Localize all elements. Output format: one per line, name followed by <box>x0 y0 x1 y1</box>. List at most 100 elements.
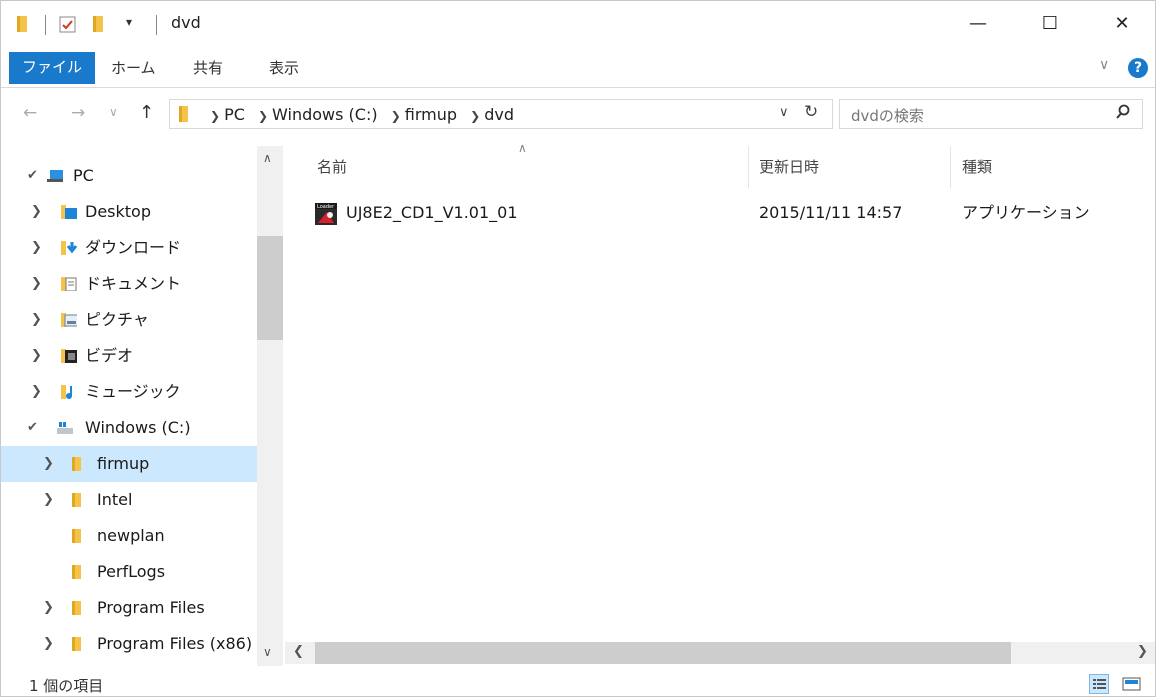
breadcrumb: ❯ PC ❯ Windows (C:) ❯ firmup ❯ dvd <box>206 104 518 126</box>
scroll-left-icon[interactable]: ❮ <box>293 644 304 659</box>
scroll-down-icon[interactable]: ∨ <box>263 645 272 659</box>
nav-label: Intel <box>97 490 133 509</box>
nav-item-program-files[interactable]: ❯ Program Files <box>1 590 257 626</box>
up-icon[interactable]: ↑ <box>139 102 154 123</box>
chevron-right-icon[interactable]: ❯ <box>43 590 54 626</box>
status-bar: 1 個の項目 <box>1 671 1155 697</box>
folder-icon <box>72 457 81 471</box>
large-icons-view-icon[interactable] <box>1121 674 1141 694</box>
desktop-folder-icon <box>61 205 77 219</box>
nav-item-downloads[interactable]: ❯ ダウンロード <box>1 230 257 266</box>
column-divider[interactable] <box>950 146 951 188</box>
nav-label: Windows (C:) <box>85 418 191 437</box>
minimize-button[interactable]: — <box>955 1 1001 47</box>
sort-indicator-icon: ∧ <box>518 141 527 155</box>
chevron-right-icon[interactable]: ❯ <box>43 626 54 662</box>
search-icon[interactable] <box>1115 104 1131 120</box>
column-header-type[interactable]: 種類 <box>962 146 992 188</box>
tab-home[interactable]: ホーム <box>99 51 168 85</box>
nav-label: PC <box>73 166 94 185</box>
breadcrumb-pc[interactable]: PC <box>224 105 245 124</box>
nav-label: ミュージック <box>85 382 181 401</box>
nav-label: ビデオ <box>85 346 134 365</box>
chevron-right-icon[interactable]: ❯ <box>43 482 54 518</box>
chevron-right-icon[interactable]: ❯ <box>31 194 42 230</box>
horizontal-scroll-thumb[interactable] <box>315 642 1011 664</box>
help-icon[interactable]: ? <box>1128 58 1148 78</box>
nav-label: Program Files (x86) <box>97 634 253 653</box>
chevron-right-icon[interactable]: ❯ <box>31 266 42 302</box>
scroll-right-icon[interactable]: ❯ <box>1137 644 1148 659</box>
nav-label: PerfLogs <box>97 562 166 581</box>
nav-item-perflogs[interactable]: PerfLogs <box>1 554 257 590</box>
nav-item-pc[interactable]: ✔ PC <box>1 158 257 194</box>
expand-ribbon-icon[interactable]: ∨ <box>1099 57 1109 73</box>
details-view-icon[interactable] <box>1089 674 1109 694</box>
nav-item-documents[interactable]: ❯ ドキュメント <box>1 266 257 302</box>
close-icon: ✕ <box>1114 13 1130 34</box>
nav-item-windows-c[interactable]: ✔ Windows (C:) <box>1 410 257 446</box>
tab-share[interactable]: 共有 <box>181 51 235 85</box>
folder-icon[interactable] <box>15 15 31 33</box>
nav-item-music[interactable]: ❯ ミュージック <box>1 374 257 410</box>
file-date: 2015/11/11 14:57 <box>759 203 903 222</box>
chevron-right-icon[interactable]: ❯ <box>31 302 42 338</box>
chevron-right-icon: ❯ <box>210 109 221 123</box>
nav-item-pictures[interactable]: ❯ ピクチャ <box>1 302 257 338</box>
recent-locations-icon[interactable]: ∨ <box>109 105 118 119</box>
item-count: 1 個の項目 <box>29 677 104 695</box>
window-title: dvd <box>171 13 201 32</box>
refresh-icon[interactable]: ↻ <box>804 102 818 122</box>
file-row[interactable]: Loader UJ8E2_CD1_V1.01_01 2015/11/11 14:… <box>301 197 1141 229</box>
chevron-down-icon[interactable]: ✔ <box>27 410 38 446</box>
address-history-dropdown-icon[interactable]: ∨ <box>779 105 789 120</box>
chevron-right-icon[interactable]: ❯ <box>31 230 42 266</box>
nav-label: ピクチャ <box>85 310 149 329</box>
breadcrumb-dvd[interactable]: dvd <box>484 105 514 124</box>
title-bar: ▾ dvd — ☐ ✕ <box>1 1 1155 47</box>
properties-check-icon[interactable] <box>58 15 78 35</box>
nav-label: Desktop <box>85 202 151 221</box>
scroll-up-icon[interactable]: ∧ <box>263 151 272 165</box>
back-icon[interactable]: ← <box>23 103 37 123</box>
documents-folder-icon <box>61 277 77 291</box>
nav-label: ダウンロード <box>85 238 182 257</box>
chevron-right-icon[interactable]: ❯ <box>43 446 54 482</box>
nav-item-program-files-x86[interactable]: ❯ Program Files (x86) <box>1 626 257 662</box>
folder-icon <box>72 565 81 579</box>
application-icon: Loader <box>315 203 337 225</box>
breadcrumb-firmup[interactable]: firmup <box>405 105 457 124</box>
nav-item-intel[interactable]: ❯ Intel <box>1 482 257 518</box>
column-divider[interactable] <box>748 146 749 188</box>
music-folder-icon <box>61 385 72 399</box>
downloads-folder-icon <box>61 241 77 255</box>
nav-item-newplan[interactable]: newplan <box>1 518 257 554</box>
chevron-right-icon[interactable]: ❯ <box>31 338 42 374</box>
chevron-down-icon[interactable]: ✔ <box>27 158 38 194</box>
nav-item-desktop[interactable]: ❯ Desktop <box>1 194 257 230</box>
navigation-pane: ✔ PC ❯ Desktop ❯ ダウンロード ❯ ドキュメント ❯ ピクチャ … <box>1 146 285 666</box>
nav-item-videos[interactable]: ❯ ビデオ <box>1 338 257 374</box>
column-header-name[interactable]: 名前 <box>317 146 347 188</box>
nav-vertical-scrollbar[interactable] <box>257 146 283 666</box>
chevron-right-icon[interactable]: ❯ <box>31 374 42 410</box>
minimize-icon: — <box>969 13 987 34</box>
breadcrumb-windows-c[interactable]: Windows (C:) <box>272 105 378 124</box>
nav-item-firmup[interactable]: ❯ firmup <box>1 446 257 482</box>
maximize-button[interactable]: ☐ <box>1027 1 1073 47</box>
quick-access-dropdown-icon[interactable]: ▾ <box>126 15 132 29</box>
ribbon: ファイル ホーム 共有 表示 ∨ ? <box>1 47 1155 88</box>
nav-label: Program Files <box>97 598 205 617</box>
close-button[interactable]: ✕ <box>1099 1 1145 47</box>
chevron-right-icon: ❯ <box>470 109 481 123</box>
forward-icon[interactable]: → <box>71 103 85 123</box>
folder-icon <box>72 637 81 651</box>
search-placeholder: dvdの検索 <box>851 107 924 125</box>
maximize-icon: ☐ <box>1041 13 1059 34</box>
new-folder-icon[interactable] <box>91 15 107 33</box>
column-header-date[interactable]: 更新日時 <box>759 146 819 188</box>
tab-file[interactable]: ファイル <box>9 52 96 84</box>
tab-view[interactable]: 表示 <box>257 51 311 85</box>
file-name: UJ8E2_CD1_V1.01_01 <box>346 203 518 222</box>
nav-scroll-thumb[interactable] <box>257 236 283 340</box>
